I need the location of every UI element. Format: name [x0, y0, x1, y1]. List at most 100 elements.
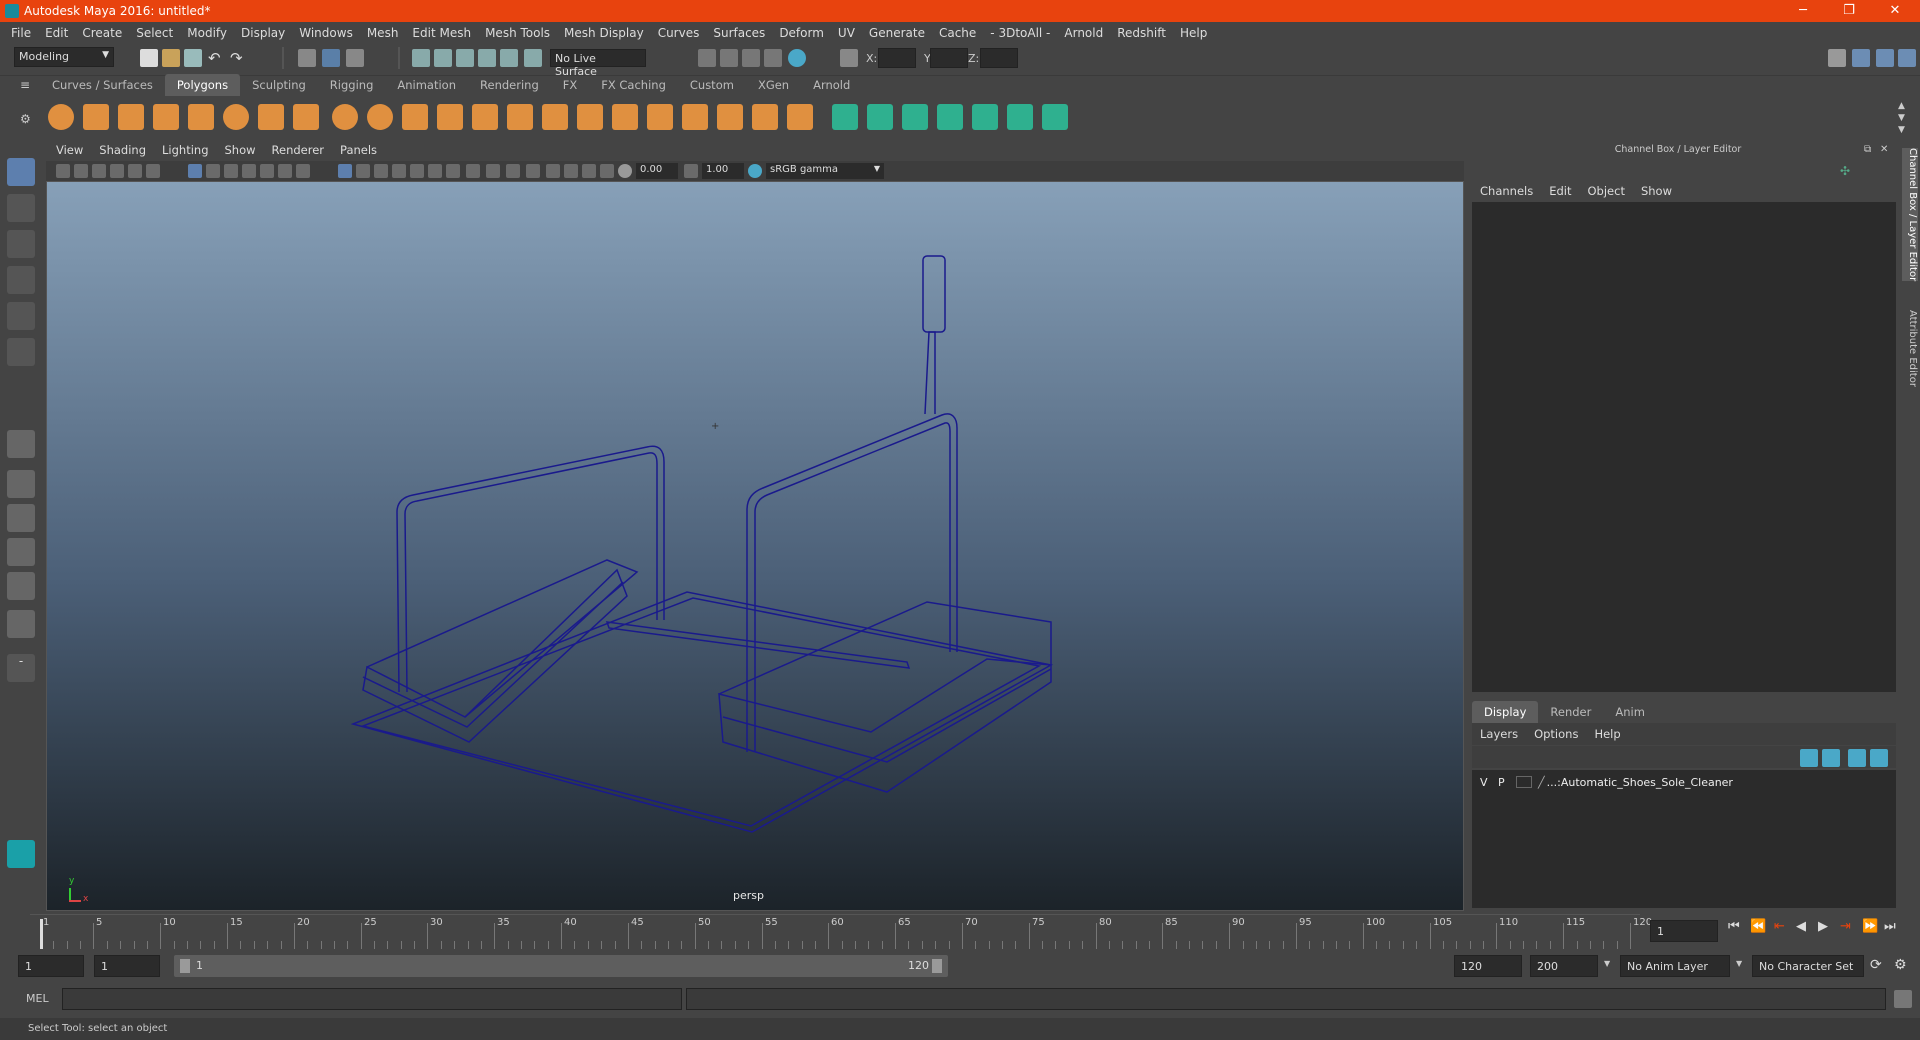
perspective-viewport[interactable]: + y x persp: [46, 181, 1464, 911]
menu-redshift[interactable]: Redshift: [1110, 22, 1173, 44]
menu-mesh[interactable]: Mesh: [360, 22, 406, 44]
object-menu[interactable]: Object: [1580, 180, 1633, 202]
bevel-icon[interactable]: [577, 104, 603, 130]
toggle-modeling-toolkit-icon[interactable]: [1876, 49, 1894, 67]
average-vertices-icon[interactable]: [472, 104, 498, 130]
end-time-field[interactable]: 200: [1530, 955, 1598, 977]
y-field[interactable]: [930, 48, 968, 68]
new-scene-icon[interactable]: [140, 49, 158, 67]
layer-name[interactable]: ...:Automatic_Shoes_Sole_Cleaner: [1547, 776, 1733, 789]
isolate-select-icon[interactable]: [546, 164, 560, 178]
poly-torus-icon[interactable]: [223, 104, 249, 130]
mel-label[interactable]: MEL: [26, 992, 49, 1005]
snap-curve-icon[interactable]: [434, 49, 452, 67]
textured-icon[interactable]: [410, 164, 424, 178]
smooth-icon[interactable]: [437, 104, 463, 130]
exposure-field[interactable]: 0.00: [636, 163, 678, 179]
menu-edit[interactable]: Edit: [38, 22, 75, 44]
snap-live-icon[interactable]: [500, 49, 518, 67]
workspace-icon[interactable]: [1828, 49, 1846, 67]
mirror-icon[interactable]: [402, 104, 428, 130]
auto-key-icon[interactable]: ⟳: [1870, 957, 1888, 975]
poly-pipe-icon[interactable]: [293, 104, 319, 130]
paint-select-tool-icon[interactable]: [7, 230, 35, 258]
menu-3dtoall[interactable]: - 3DtoAll -: [983, 22, 1057, 44]
tab-rigging[interactable]: Rigging: [318, 74, 386, 96]
script-editor-icon[interactable]: [1894, 990, 1912, 1008]
layer-color-icon[interactable]: ╱: [1538, 776, 1545, 789]
render-view-icon[interactable]: [698, 49, 716, 67]
motion-blur-icon[interactable]: [486, 164, 500, 178]
wireframe-icon[interactable]: [338, 164, 352, 178]
shelf-scroll[interactable]: ▲ ▼ ▼: [1898, 100, 1905, 136]
tab-display[interactable]: Display: [1472, 701, 1539, 723]
menu-select[interactable]: Select: [129, 22, 180, 44]
resolution-gate-icon[interactable]: [224, 164, 238, 178]
menu-edit-mesh[interactable]: Edit Mesh: [405, 22, 478, 44]
redo-icon[interactable]: ↷: [230, 49, 248, 67]
step-forward-key-icon[interactable]: ⇥: [1840, 919, 1851, 934]
tab-fx-caching[interactable]: FX Caching: [589, 74, 678, 96]
menu-cache[interactable]: Cache: [932, 22, 983, 44]
xray-icon[interactable]: [564, 164, 578, 178]
toggle-channel-box-icon[interactable]: [1852, 49, 1870, 67]
rotate-tool-icon[interactable]: [7, 302, 35, 330]
tab-channel-box-layer-editor[interactable]: Channel Box / Layer Editor: [1902, 148, 1918, 282]
manipulator-icon[interactable]: ✣: [1840, 164, 1858, 182]
fill-hole-icon[interactable]: [647, 104, 673, 130]
command-input[interactable]: [62, 988, 682, 1010]
film-gate-icon[interactable]: [206, 164, 220, 178]
poly-cone-icon[interactable]: [153, 104, 179, 130]
menu-modify[interactable]: Modify: [180, 22, 234, 44]
uv-unfold-icon[interactable]: [972, 104, 998, 130]
snap-grid-icon[interactable]: [412, 49, 430, 67]
safe-action-icon[interactable]: [278, 164, 292, 178]
make-live-icon[interactable]: [524, 49, 542, 67]
tab-xgen[interactable]: XGen: [746, 74, 801, 96]
select-object-icon[interactable]: [322, 49, 340, 67]
render-current-icon[interactable]: [720, 49, 738, 67]
playback-end-field[interactable]: 120: [1454, 955, 1522, 977]
menu-surfaces[interactable]: Surfaces: [706, 22, 772, 44]
multi-cut-icon[interactable]: [717, 104, 743, 130]
exposure-icon[interactable]: [618, 164, 632, 178]
shelf-settings-icon[interactable]: ⚙: [20, 112, 38, 130]
select-hierarchy-icon[interactable]: [298, 49, 316, 67]
tab-render[interactable]: Render: [1538, 701, 1603, 723]
four-view-layout-icon[interactable]: [7, 470, 35, 498]
step-forward-icon[interactable]: ⏩: [1862, 919, 1878, 934]
scale-tool-icon[interactable]: [7, 338, 35, 366]
options-menu[interactable]: Options: [1526, 723, 1586, 745]
layer-help-menu[interactable]: Help: [1586, 723, 1628, 745]
tab-attribute-editor[interactable]: Attribute Editor: [1902, 310, 1918, 387]
shadows-icon[interactable]: [446, 164, 460, 178]
z-field[interactable]: [980, 48, 1018, 68]
layers-menu[interactable]: Layers: [1472, 723, 1526, 745]
uv-planar-icon[interactable]: [832, 104, 858, 130]
close-panel-icon[interactable]: ✕: [1880, 144, 1898, 162]
range-slider-end-handle[interactable]: [932, 959, 942, 973]
xray-components-icon[interactable]: [600, 164, 614, 178]
step-back-icon[interactable]: ⏪: [1750, 919, 1766, 934]
uv-cylindrical-icon[interactable]: [867, 104, 893, 130]
play-backward-icon[interactable]: ◀: [1796, 919, 1806, 934]
range-slider-start-handle[interactable]: [180, 959, 190, 973]
tab-rendering[interactable]: Rendering: [468, 74, 551, 96]
menu-file[interactable]: File: [4, 22, 38, 44]
connect-icon[interactable]: [787, 104, 813, 130]
gamma-field[interactable]: 1.00: [702, 163, 744, 179]
x-field[interactable]: [878, 48, 916, 68]
wireframe-on-shaded-icon[interactable]: [392, 164, 406, 178]
uv-layout-icon[interactable]: [1007, 104, 1033, 130]
menu-create[interactable]: Create: [75, 22, 129, 44]
select-component-icon[interactable]: [346, 49, 364, 67]
gate-mask-icon[interactable]: [242, 164, 256, 178]
menu-deform[interactable]: Deform: [772, 22, 831, 44]
layout-options-icon[interactable]: -: [7, 654, 35, 682]
range-slider[interactable]: 1 120: [174, 955, 948, 977]
use-default-material-icon[interactable]: [374, 164, 388, 178]
tab-sculpting[interactable]: Sculpting: [240, 74, 318, 96]
tab-polygons[interactable]: Polygons: [164, 74, 241, 96]
move-layer-down-icon[interactable]: [1822, 749, 1840, 767]
toggle-attribute-editor-icon[interactable]: [1898, 49, 1916, 67]
